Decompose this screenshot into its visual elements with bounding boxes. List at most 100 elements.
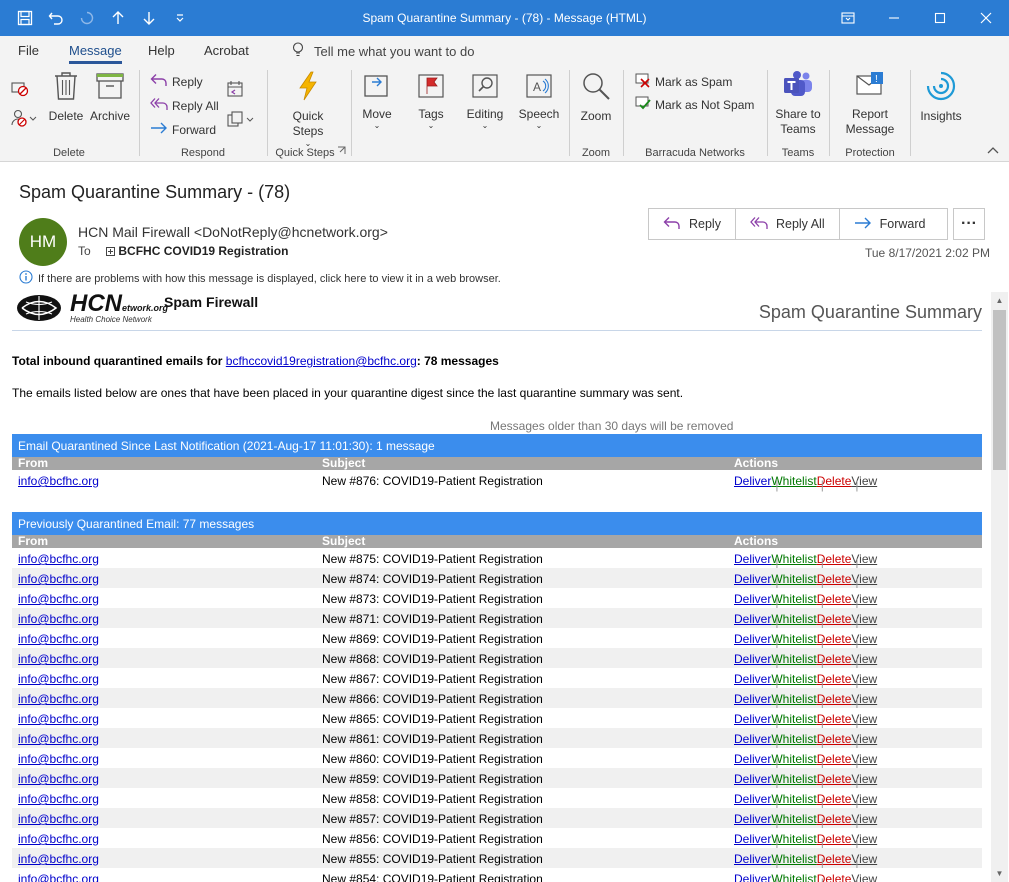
vertical-scrollbar[interactable]: ▲ ▼ [991,292,1008,882]
menu-help[interactable]: Help [148,43,175,58]
scroll-up-icon[interactable]: ▲ [991,292,1008,309]
more-respond-icon[interactable] [226,110,256,128]
reply-button[interactable]: Reply [649,209,736,239]
deliver-link[interactable]: Deliver [734,474,771,488]
mark-as-spam-button[interactable]: Mark as Spam [635,72,732,91]
insights-button[interactable]: Insights [916,70,966,123]
from-link[interactable]: info@bcfhc.org [18,552,99,566]
maximize-icon[interactable] [917,0,963,36]
scroll-thumb[interactable] [993,310,1006,470]
from-link[interactable]: info@bcfhc.org [18,572,99,586]
deliver-link[interactable]: Deliver [734,632,771,646]
menu-acrobat[interactable]: Acrobat [204,43,249,58]
reply-all-button[interactable]: Reply All [150,97,219,114]
from-link[interactable]: info@bcfhc.org [18,652,99,666]
avatar[interactable]: HM [19,218,67,266]
from-link[interactable]: info@bcfhc.org [18,772,99,786]
separator: | [820,478,824,492]
reply-all-icon [150,97,168,114]
deliver-link[interactable]: Deliver [734,812,771,826]
dialog-launcher-icon[interactable] [337,144,346,158]
globe-logo-icon [17,295,61,321]
total-email-link[interactable]: bcfhccovid19registration@bcfhc.org [226,354,417,368]
deliver-link[interactable]: Deliver [734,612,771,626]
description: The emails listed below are ones that ha… [12,386,684,400]
reply-all-button[interactable]: Reply All [736,209,840,239]
delete-button[interactable]: Delete [48,70,84,123]
sender-address[interactable]: HCN Mail Firewall <DoNotReply@hcnetwork.… [78,224,388,240]
deliver-link[interactable]: Deliver [734,872,771,882]
from-link[interactable]: info@bcfhc.org [18,712,99,726]
scroll-down-icon[interactable]: ▼ [991,865,1008,882]
menu-bar: File Message Help Acrobat Tell me what y… [0,36,1009,66]
col-actions: Actions [734,456,779,470]
close-icon[interactable] [963,0,1009,36]
deliver-link[interactable]: Deliver [734,572,771,586]
deliver-link[interactable]: Deliver [734,852,771,866]
zoom-button[interactable]: Zoom [576,70,616,123]
speech-button[interactable]: A Speech ⌄ [516,70,562,130]
from-link[interactable]: info@bcfhc.org [18,474,99,488]
table-row: info@bcfhc.org New #866: COVID19-Patient … [12,688,982,710]
mark-as-not-spam-button[interactable]: Mark as Not Spam [635,95,754,114]
tags-button[interactable]: Tags ⌄ [412,70,450,130]
group-label-protection: Protection [845,147,895,159]
collapse-ribbon-icon[interactable] [987,143,999,157]
deliver-link[interactable]: Deliver [734,672,771,686]
quick-steps-button[interactable]: Quick Steps ⌄ [280,70,336,148]
group-label-respond: Respond [180,147,226,159]
from-link[interactable]: info@bcfhc.org [18,752,99,766]
table-row: info@bcfhc.org New #865: COVID19-Patient … [12,708,982,730]
expand-group-icon[interactable] [106,245,116,259]
tell-me-search[interactable]: Tell me what you want to do [292,42,474,60]
from-link[interactable]: info@bcfhc.org [18,732,99,746]
ignore-icon[interactable] [10,78,30,98]
meeting-reply-icon[interactable] [226,80,244,98]
table-row: info@bcfhc.org New #861: COVID19-Patient … [12,728,982,750]
ribbon-display-options-icon[interactable] [825,0,871,36]
from-link[interactable]: info@bcfhc.org [18,632,99,646]
info-bar[interactable]: If there are problems with how this mess… [19,270,501,287]
from-link[interactable]: info@bcfhc.org [18,792,99,806]
more-actions-button[interactable]: ··· [953,208,985,240]
group-delete: Delete Archive Delete [0,66,138,162]
deliver-link[interactable]: Deliver [734,832,771,846]
section-header-new: Email Quarantined Since Last Notificatio… [12,434,982,457]
from-link[interactable]: info@bcfhc.org [18,672,99,686]
move-button[interactable]: Move ⌄ [358,70,396,130]
archive-button[interactable]: Archive [87,70,133,123]
deliver-link[interactable]: Deliver [734,552,771,566]
menu-file[interactable]: File [18,43,39,58]
subject-cell: New #858: COVID19-Patient Registration [322,792,543,806]
recipient-name[interactable]: BCFHC COVID19 Registration [118,244,288,258]
deliver-link[interactable]: Deliver [734,732,771,746]
junk-icon[interactable] [10,108,38,128]
report-message-button[interactable]: ! Report Message [840,70,900,137]
reply-button[interactable]: Reply [150,73,203,90]
from-link[interactable]: info@bcfhc.org [18,692,99,706]
deliver-link[interactable]: Deliver [734,592,771,606]
from-link[interactable]: info@bcfhc.org [18,592,99,606]
from-link[interactable]: info@bcfhc.org [18,852,99,866]
share-to-teams-button[interactable]: Share to Teams [772,70,824,137]
chevron-down-icon: ⌄ [481,121,489,130]
from-link[interactable]: info@bcfhc.org [18,612,99,626]
deliver-link[interactable]: Deliver [734,712,771,726]
from-link[interactable]: info@bcfhc.org [18,872,99,882]
ribbon: Delete Archive Delete Reply Reply All Fo… [0,66,1009,162]
from-link[interactable]: info@bcfhc.org [18,832,99,846]
menu-message[interactable]: Message [69,43,122,64]
deliver-link[interactable]: Deliver [734,692,771,706]
deliver-link[interactable]: Deliver [734,772,771,786]
forward-button[interactable]: Forward [840,209,948,239]
minimize-icon[interactable] [871,0,917,36]
deliver-link[interactable]: Deliver [734,792,771,806]
actions-cell: Deliver|Whitelist|Delete|View [734,832,877,850]
from-link[interactable]: info@bcfhc.org [18,812,99,826]
deliver-link[interactable]: Deliver [734,652,771,666]
actions-cell: Deliver|Whitelist|Delete|View [734,692,877,710]
forward-button[interactable]: Forward [150,121,216,138]
editing-button[interactable]: Editing ⌄ [462,70,508,130]
deliver-link[interactable]: Deliver [734,752,771,766]
subject-cell: New #874: COVID19-Patient Registration [322,572,543,586]
